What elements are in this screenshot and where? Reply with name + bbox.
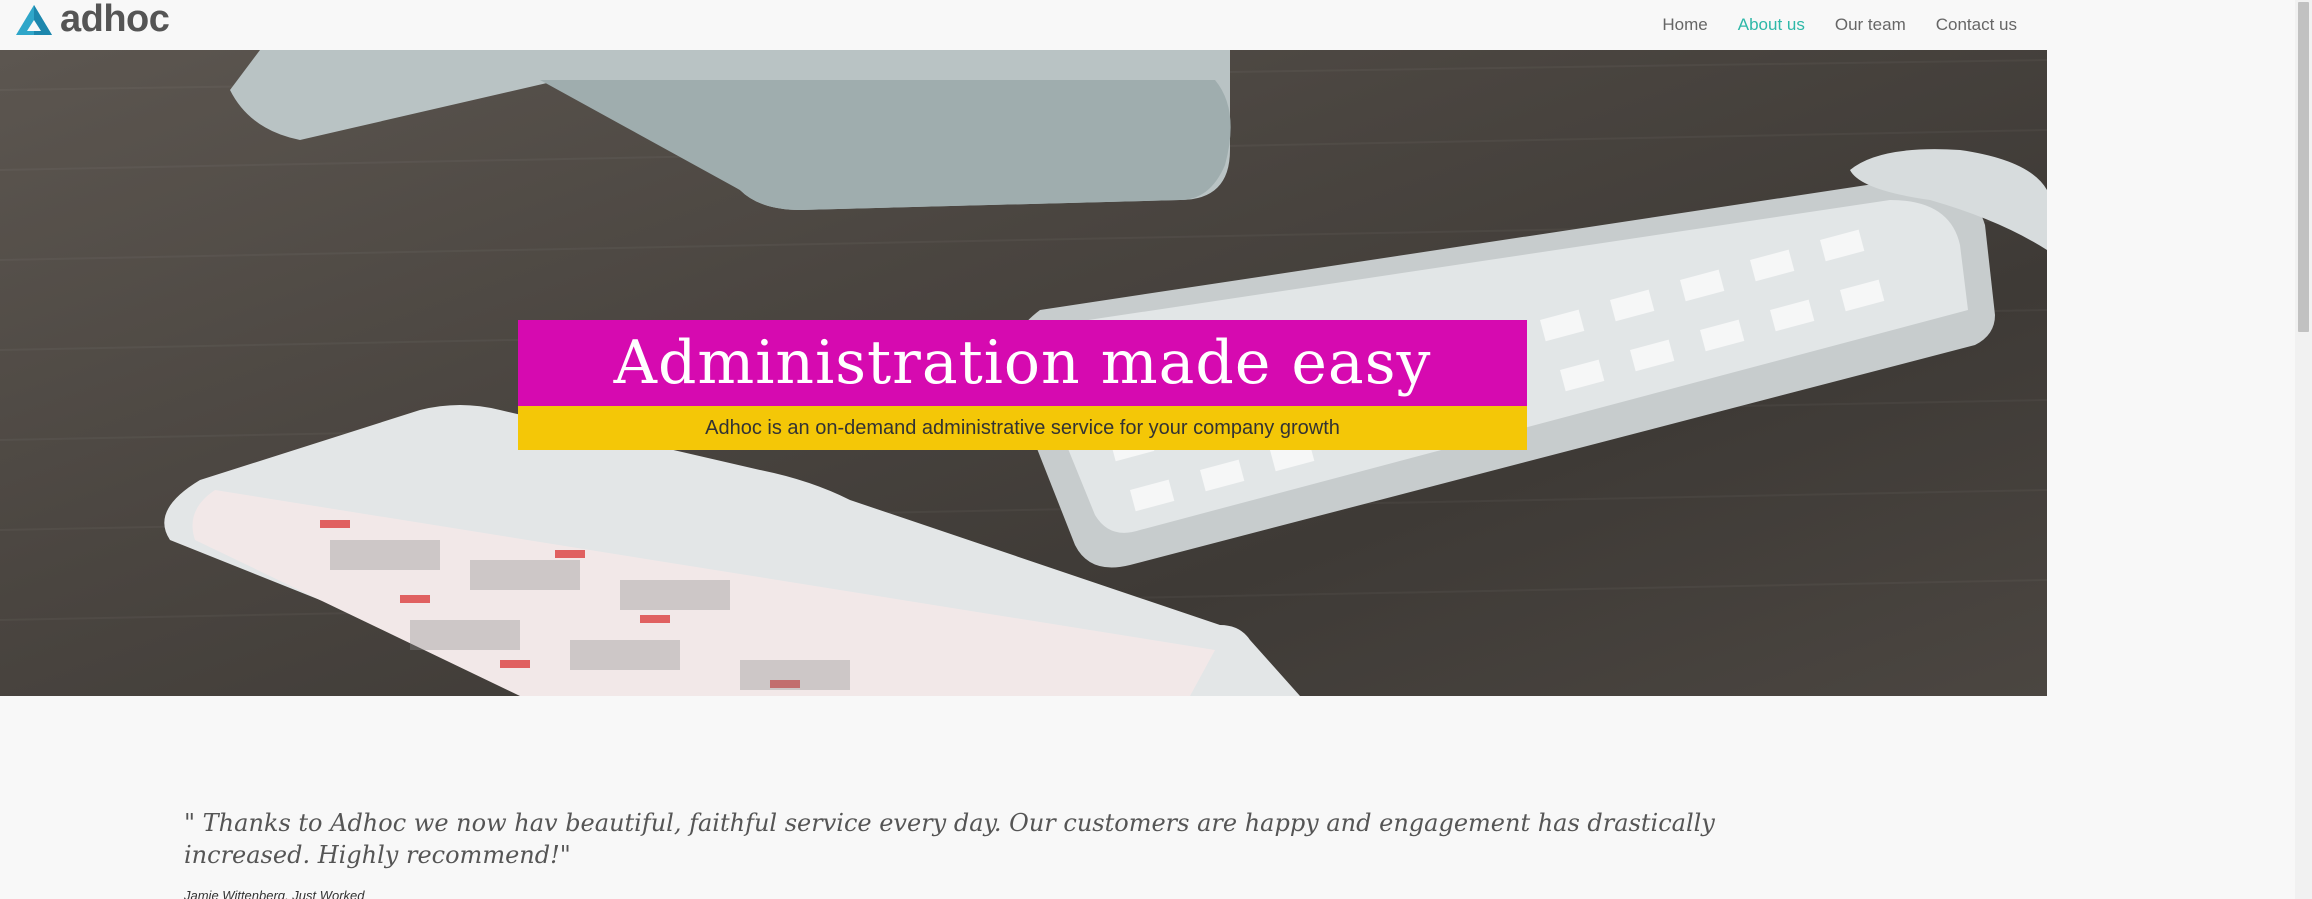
site-header: adhoc Home About us Our team Contact us <box>0 0 2047 50</box>
logo[interactable]: adhoc <box>12 0 170 40</box>
nav-link-our-team[interactable]: Our team <box>1835 15 1906 35</box>
nav-link-contact-us[interactable]: Contact us <box>1936 15 2017 35</box>
hero-subtitle-banner: Adhoc is an on-demand administrative ser… <box>518 406 1527 450</box>
triangle-logo-icon <box>16 5 52 35</box>
testimonial-quote: " Thanks to Adhoc we now hav beautiful, … <box>184 809 1715 869</box>
main-nav: Home About us Our team Contact us <box>1632 15 2017 35</box>
nav-link-home[interactable]: Home <box>1662 15 1707 35</box>
hero-banner: Administration made easy Adhoc is an on-… <box>0 50 2047 696</box>
page-scrollbar[interactable] <box>2295 0 2312 899</box>
logo-text: adhoc <box>60 0 170 40</box>
scrollbar-thumb[interactable] <box>2298 2 2309 332</box>
hero-title-banner: Administration made easy <box>518 320 1527 406</box>
testimonial-author: Jamie Wittenberg, Just Worked <box>184 888 365 899</box>
hero-subtitle: Adhoc is an on-demand administrative ser… <box>705 416 1340 439</box>
page: adhoc Home About us Our team Contact us <box>0 0 2312 899</box>
hero-title: Administration made easy <box>613 328 1432 398</box>
nav-link-about-us[interactable]: About us <box>1738 15 1805 35</box>
